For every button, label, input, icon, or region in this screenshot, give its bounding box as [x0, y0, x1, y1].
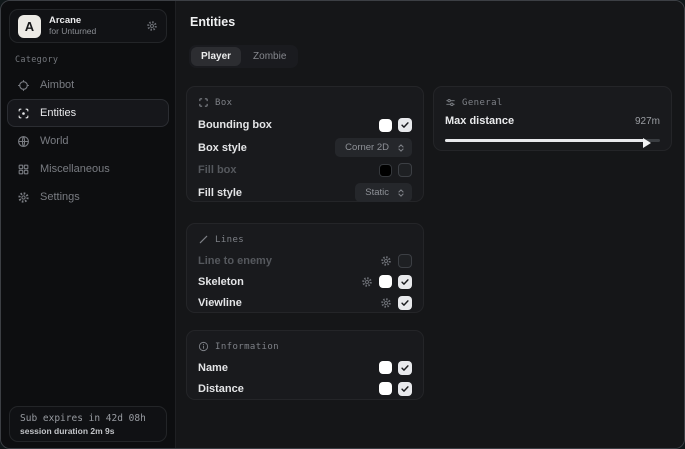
general-panel: General Max distance 927m: [433, 86, 672, 151]
main-content: Entities Player Zombie Box Bounding box: [176, 1, 684, 448]
setting-row-fill-style: Fill style Static: [198, 182, 412, 205]
check-icon: [400, 298, 410, 308]
diagonal-line-icon: [198, 234, 209, 245]
setting-label: Skeleton: [198, 276, 244, 288]
tab-zombie[interactable]: Zombie: [243, 47, 296, 66]
setting-label: Viewline: [198, 297, 242, 309]
general-panel-header: General: [445, 96, 660, 109]
sidebar-item-label: Entities: [40, 107, 76, 119]
setting-row-name: Name: [198, 357, 412, 378]
box-style-dropdown[interactable]: Corner 2D: [335, 138, 412, 157]
bounding-box-checkbox[interactable]: [398, 118, 412, 132]
fill-style-dropdown[interactable]: Static: [355, 183, 412, 202]
max-distance-slider[interactable]: [445, 136, 660, 144]
sidebar-nav: Aimbot Entities World Miscellaneous: [7, 71, 169, 211]
dropdown-value: Corner 2D: [345, 142, 389, 153]
information-panel-header: Information: [198, 340, 412, 353]
sidebar-item-label: World: [40, 135, 69, 147]
color-swatch[interactable]: [379, 119, 392, 132]
setting-row-distance: Distance: [198, 378, 412, 399]
app-logo: A: [18, 15, 41, 38]
setting-label: Line to enemy: [198, 255, 272, 267]
sidebar-item-settings[interactable]: Settings: [7, 183, 169, 211]
sidebar-item-entities[interactable]: Entities: [7, 99, 169, 127]
setting-label: Bounding box: [198, 119, 272, 131]
session-duration-text: session duration 2m 9s: [20, 426, 156, 436]
sidebar-item-label: Miscellaneous: [40, 163, 110, 175]
box-panel-header: Box: [198, 96, 412, 109]
setting-label: Fill box: [198, 164, 237, 176]
check-icon: [400, 277, 410, 287]
gear-icon[interactable]: [380, 255, 392, 267]
gear-icon[interactable]: [380, 297, 392, 309]
globe-icon: [17, 135, 30, 148]
brand-subtitle: for Unturned: [49, 27, 96, 37]
sidebar: A Arcane for Unturned Category Aimbot: [1, 1, 176, 448]
panel-title: General: [462, 98, 503, 108]
setting-label: Distance: [198, 383, 244, 395]
sidebar-item-label: Settings: [40, 191, 80, 203]
category-label: Category: [15, 55, 58, 65]
chevron-up-down-icon: [396, 143, 406, 153]
setting-row-box-style: Box style Corner 2D: [198, 137, 412, 160]
check-icon: [400, 363, 410, 373]
color-swatch[interactable]: [379, 382, 392, 395]
skeleton-checkbox[interactable]: [398, 275, 412, 289]
app-window: A Arcane for Unturned Category Aimbot: [0, 0, 685, 449]
sidebar-item-aimbot[interactable]: Aimbot: [7, 71, 169, 99]
corner-brackets-icon: [198, 97, 209, 108]
fill-box-checkbox[interactable]: [398, 163, 412, 177]
sidebar-item-label: Aimbot: [40, 79, 74, 91]
sub-expires-text: Sub expires in 42d 08h: [20, 413, 156, 424]
color-swatch[interactable]: [379, 164, 392, 177]
gear-icon: [17, 191, 30, 204]
grid-icon: [17, 163, 30, 176]
check-icon: [400, 120, 410, 130]
info-icon: [198, 341, 209, 352]
max-distance-label: Max distance: [445, 115, 514, 127]
sidebar-item-world[interactable]: World: [7, 127, 169, 155]
box-panel: Box Bounding box Box style Corner 2D: [186, 86, 424, 202]
color-swatch[interactable]: [379, 275, 392, 288]
panel-title: Lines: [215, 235, 244, 245]
panel-title: Box: [215, 98, 232, 108]
max-distance-value: 927m: [635, 116, 660, 127]
entity-tabs: Player Zombie: [189, 45, 298, 68]
max-distance-row: Max distance 927m: [445, 115, 660, 127]
viewline-checkbox[interactable]: [398, 296, 412, 310]
color-swatch[interactable]: [379, 361, 392, 374]
sliders-icon: [445, 97, 456, 108]
setting-label: Box style: [198, 142, 247, 154]
page-title: Entities: [190, 15, 235, 29]
setting-row-line-to-enemy: Line to enemy: [198, 250, 412, 271]
gear-icon[interactable]: [361, 276, 373, 288]
setting-row-skeleton: Skeleton: [198, 271, 412, 292]
setting-row-bounding-box: Bounding box: [198, 114, 412, 137]
information-panel: Information Name Distance: [186, 330, 424, 400]
panel-title: Information: [215, 342, 279, 352]
name-checkbox[interactable]: [398, 361, 412, 375]
crosshair-icon: [17, 79, 30, 92]
brand-title: Arcane: [49, 16, 96, 27]
chevron-up-down-icon: [396, 188, 406, 198]
scan-box-icon: [17, 107, 30, 120]
distance-checkbox[interactable]: [398, 382, 412, 396]
gear-icon[interactable]: [146, 20, 158, 32]
slider-thumb[interactable]: [643, 138, 651, 148]
brand-text: Arcane for Unturned: [49, 16, 96, 37]
check-icon: [400, 384, 410, 394]
setting-row-viewline: Viewline: [198, 292, 412, 313]
tab-player[interactable]: Player: [191, 47, 241, 66]
dropdown-value: Static: [365, 187, 389, 198]
line-to-enemy-checkbox[interactable]: [398, 254, 412, 268]
lines-panel-header: Lines: [198, 233, 412, 246]
lines-panel: Lines Line to enemy Skeleton Viewline: [186, 223, 424, 313]
max-distance-slider-fill: [445, 139, 644, 142]
setting-label: Fill style: [198, 187, 242, 199]
sidebar-item-miscellaneous[interactable]: Miscellaneous: [7, 155, 169, 183]
setting-label: Name: [198, 362, 228, 374]
brand-card: A Arcane for Unturned: [9, 9, 167, 43]
subscription-card: Sub expires in 42d 08h session duration …: [9, 406, 167, 442]
setting-row-fill-box: Fill box: [198, 159, 412, 182]
